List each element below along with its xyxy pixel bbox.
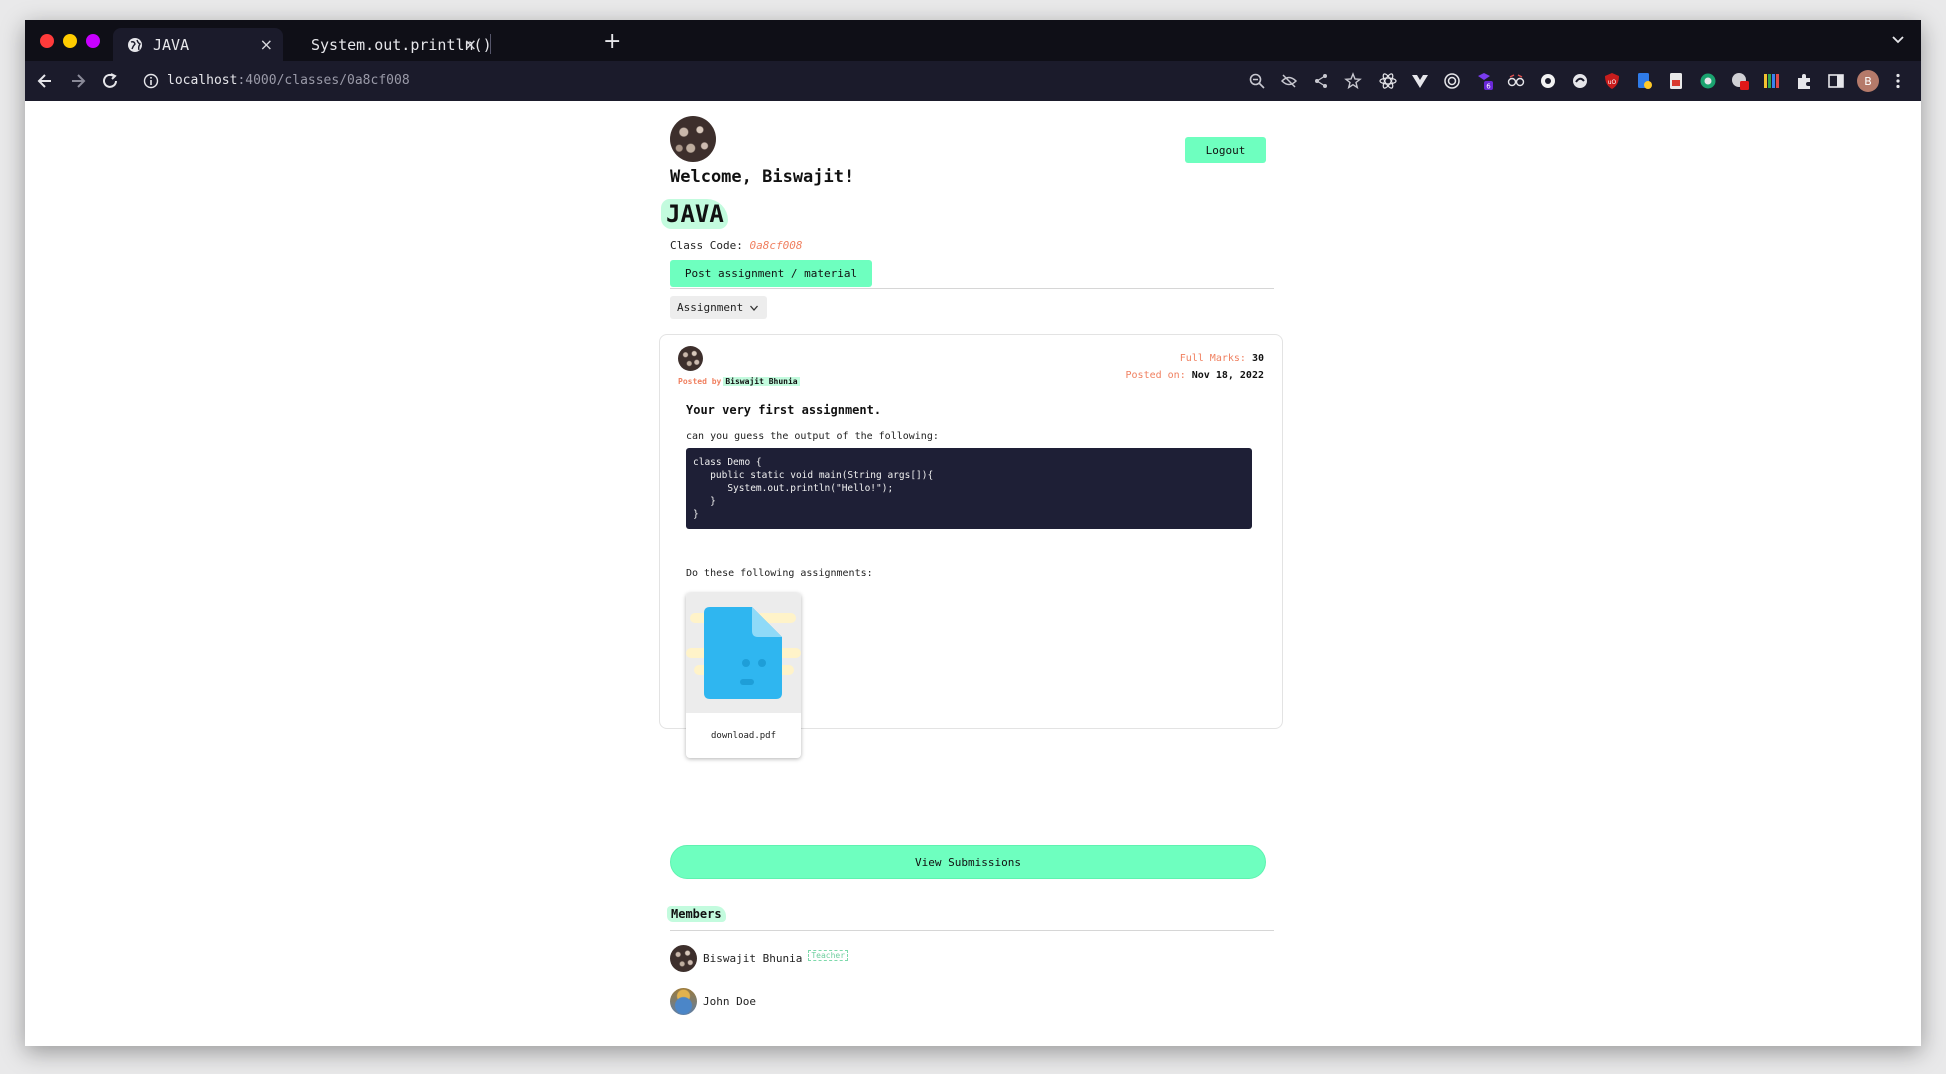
close-tab-icon[interactable]: × <box>260 35 273 54</box>
url-host: localhost <box>167 73 238 88</box>
code-block: class Demo { public static void main(Str… <box>686 448 1252 529</box>
tab-println[interactable]: System.out.println() × <box>287 28 492 61</box>
attachment-name: download.pdf <box>710 731 777 741</box>
grammar-extension-icon[interactable] <box>1731 72 1749 90</box>
welcome-heading: Welcome, Biswajit! <box>670 167 855 187</box>
globe-icon <box>128 37 142 52</box>
zoom-icon[interactable] <box>1248 72 1266 90</box>
menu-kebab-icon[interactable] <box>1889 72 1907 90</box>
divider <box>670 288 1274 289</box>
user-avatar <box>670 116 716 162</box>
target-icon[interactable] <box>1443 72 1461 90</box>
svg-text:uO: uO <box>1608 79 1617 86</box>
svg-text:6: 6 <box>1486 83 1491 91</box>
member-row: John Doe <box>670 988 756 1015</box>
close-tab-icon[interactable]: × <box>464 35 477 54</box>
member-name: Biswajit Bhunia <box>703 952 803 965</box>
post-assignment-button[interactable]: Post assignment / material <box>670 260 872 287</box>
glasses-icon[interactable] <box>1507 72 1525 90</box>
dropdown-selected-label: Assignment <box>677 301 744 314</box>
assignment-card: Posted by Biswajit Bhunia Full Marks: 30 … <box>659 334 1283 758</box>
ublock-icon[interactable]: uO <box>1603 72 1621 90</box>
chevron-down-icon <box>750 305 759 311</box>
view-submissions-button[interactable]: View Submissions <box>670 845 1266 879</box>
class-code-value: 0a8cf008 <box>749 239 803 252</box>
url-path: :4000/classes/0a8cf008 <box>237 73 410 88</box>
page-content: Welcome, Biswajit! Logout JAVA Class Cod… <box>25 101 1921 1046</box>
doc-extension-icon[interactable] <box>1635 72 1653 90</box>
back-arrow-icon[interactable] <box>35 71 55 91</box>
green-extension-icon[interactable] <box>1699 72 1717 90</box>
divider <box>670 930 1274 931</box>
books-extension-icon[interactable] <box>1763 72 1781 90</box>
assignment-title: Your very first assignment. <box>686 403 882 417</box>
circle-extension-icon[interactable] <box>1539 72 1557 90</box>
browser-toolbar: localhost:4000/classes/0a8cf008 6 uO B <box>25 61 1921 101</box>
info-icon[interactable] <box>143 73 159 89</box>
posted-on-value: Nov 18, 2022 <box>1191 370 1264 381</box>
logout-button[interactable]: Logout <box>1185 137 1266 163</box>
react-devtools-icon[interactable] <box>1379 72 1397 90</box>
post-type-dropdown[interactable]: Assignment <box>670 296 768 319</box>
class-code-label: Class Code: <box>670 239 750 252</box>
profile-initial: B <box>1864 74 1872 88</box>
posted-by: Posted by Biswajit Bhunia <box>678 377 800 386</box>
browser-window: JAVA × System.out.println() × + localhos… <box>25 20 1921 1046</box>
full-marks: Full Marks: 30 <box>1180 353 1264 364</box>
address-bar[interactable]: localhost:4000/classes/0a8cf008 <box>167 71 410 91</box>
members-heading: Members <box>667 906 726 922</box>
tab-title: JAVA <box>153 35 190 54</box>
poster-avatar <box>678 346 703 371</box>
posted-on-label: Posted on: <box>1125 370 1192 381</box>
member-avatar <box>670 945 697 972</box>
class-title: JAVA <box>661 199 728 229</box>
file-icon <box>686 607 801 699</box>
maximize-window-button[interactable] <box>86 34 100 48</box>
new-tab-button[interactable]: + <box>603 31 621 53</box>
star-icon[interactable] <box>1344 72 1362 90</box>
puzzle-icon[interactable] <box>1795 72 1813 90</box>
posted-by-label: Posted by <box>678 377 722 386</box>
share-icon[interactable] <box>1312 72 1330 90</box>
close-window-button[interactable] <box>40 34 54 48</box>
tab-strip: JAVA × System.out.println() × + <box>25 20 1921 61</box>
chevron-down-icon[interactable] <box>1891 32 1905 46</box>
extension-badge-icon[interactable]: 6 <box>1475 72 1493 90</box>
member-row: Biswajit Bhunia Teacher <box>670 945 849 972</box>
profile-avatar[interactable]: B <box>1857 70 1879 92</box>
full-marks-value: 30 <box>1251 353 1264 364</box>
teacher-badge: Teacher <box>808 950 849 961</box>
full-marks-label: Full Marks: <box>1179 353 1252 364</box>
reload-icon[interactable] <box>100 71 120 91</box>
assignment-prompt: can you guess the output of the followin… <box>686 431 939 442</box>
class-code: Class Code: 0a8cf008 <box>670 239 802 252</box>
pdf-extension-icon[interactable] <box>1667 72 1685 90</box>
member-name: John Doe <box>703 995 756 1008</box>
vue-devtools-icon[interactable] <box>1411 72 1429 90</box>
tab-java[interactable]: JAVA × <box>113 28 283 61</box>
swirl-extension-icon[interactable] <box>1571 72 1589 90</box>
forward-arrow-icon[interactable] <box>68 71 88 91</box>
member-avatar <box>670 988 697 1015</box>
minimize-window-button[interactable] <box>63 34 77 48</box>
sidebar-icon[interactable] <box>1827 72 1845 90</box>
tab-separator <box>490 34 491 54</box>
posted-on: Posted on: Nov 18, 2022 <box>1126 370 1264 381</box>
posted-by-name: Biswajit Bhunia <box>723 377 800 386</box>
attachment-thumbnail <box>686 593 801 713</box>
assignment-followup: Do these following assignments: <box>686 568 873 579</box>
eye-off-icon[interactable] <box>1280 72 1298 90</box>
attachment-card[interactable]: download.pdf <box>686 593 801 758</box>
